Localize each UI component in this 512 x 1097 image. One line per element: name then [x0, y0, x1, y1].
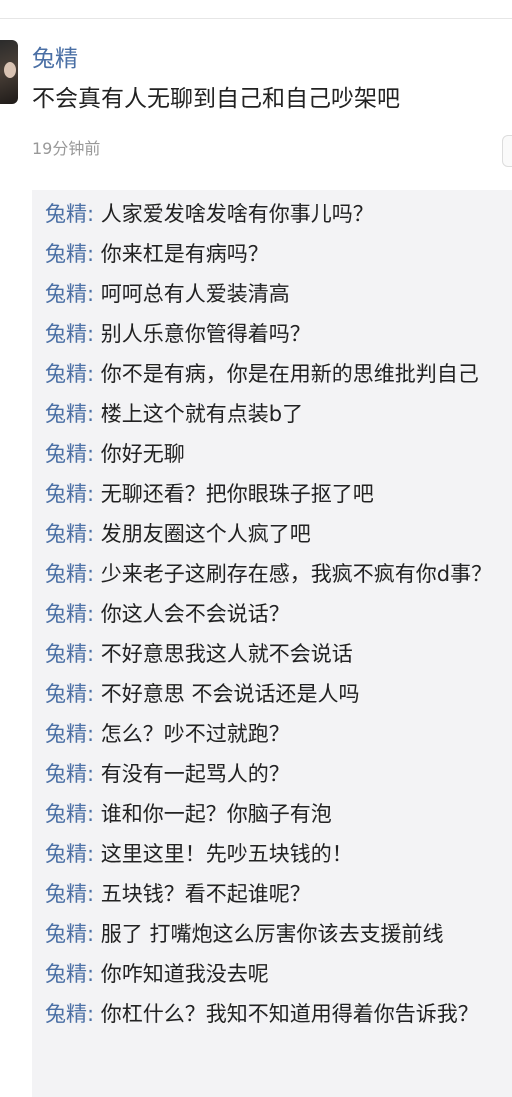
comment-username[interactable]: 兔精 — [45, 802, 87, 826]
comment-separator: : — [87, 602, 101, 626]
comment-separator: : — [87, 802, 101, 826]
comment-item[interactable]: 兔精: 五块钱？看不起谁呢？ — [45, 880, 503, 909]
comment-item[interactable]: 兔精: 人家爱发啥发啥有你事儿吗？ — [45, 200, 503, 229]
comment-username[interactable]: 兔精 — [45, 362, 87, 386]
comment-text: 这里这里！先吵五块钱的！ — [100, 842, 353, 866]
comment-item[interactable]: 兔精: 服了 打嘴炮这么厉害你该去支援前线 — [45, 920, 503, 949]
comments-panel: 兔精: 人家爱发啥发啥有你事儿吗？ 兔精: 你来杠是有病吗？ 兔精: 呵呵总有人爱装… — [32, 190, 512, 1097]
comment-text: 别人乐意你管得着吗？ — [100, 322, 311, 346]
comment-username[interactable]: 兔精 — [45, 482, 87, 506]
comment-text: 有没有一起骂人的？ — [100, 762, 290, 786]
comment-separator: : — [87, 282, 101, 306]
comment-item[interactable]: 兔精: 你不是有病，你是在用新的思维批判自己 — [45, 360, 503, 389]
comment-username[interactable]: 兔精 — [45, 842, 87, 866]
comment-text: 你这人会不会说话？ — [100, 602, 290, 626]
comment-separator: : — [87, 362, 101, 386]
comment-text: 你好无聊 — [100, 442, 185, 466]
comment-item[interactable]: 兔精: 你来杠是有病吗？ — [45, 240, 503, 269]
comment-text: 呵呵总有人爱装清高 — [100, 282, 290, 306]
comment-item[interactable]: 兔精: 少来老子这刷存在感，我疯不疯有你d事？ — [45, 560, 503, 589]
comment-item[interactable]: 兔精: 有没有一起骂人的？ — [45, 760, 503, 789]
comment-item[interactable]: 兔精: 你杠什么？我知不知道用得着你告诉我？ — [45, 1000, 503, 1029]
comment-item[interactable]: 兔精: 谁和你一起？你脑子有泡 — [45, 800, 503, 829]
comment-username[interactable]: 兔精 — [45, 602, 87, 626]
comment-separator: : — [87, 562, 101, 586]
comment-separator: : — [87, 762, 101, 786]
comment-separator: : — [87, 442, 101, 466]
comment-text: 发朋友圈这个人疯了吧 — [100, 522, 311, 546]
comment-text: 你不是有病，你是在用新的思维批判自己 — [100, 362, 479, 386]
comment-item[interactable]: 兔精: 楼上这个就有点装b了 — [45, 400, 503, 429]
comment-text: 服了 打嘴炮这么厉害你该去支援前线 — [100, 922, 444, 946]
comment-separator: : — [87, 202, 101, 226]
comment-text: 谁和你一起？你脑子有泡 — [100, 802, 332, 826]
comment-text: 少来老子这刷存在感，我疯不疯有你d事？ — [100, 562, 493, 586]
comment-username[interactable]: 兔精 — [45, 242, 87, 266]
comment-item[interactable]: 兔精: 怎么？吵不过就跑？ — [45, 720, 503, 749]
comment-separator: : — [87, 1002, 101, 1026]
comment-separator: : — [87, 522, 101, 546]
top-divider — [0, 18, 512, 19]
post-time: 19分钟前 — [32, 139, 101, 158]
comment-username[interactable]: 兔精 — [45, 962, 87, 986]
comment-text: 五块钱？看不起谁呢？ — [100, 882, 311, 906]
comment-username[interactable]: 兔精 — [45, 322, 87, 346]
comment-item[interactable]: 兔精: 无聊还看？把你眼珠子抠了吧 — [45, 480, 503, 509]
comment-username[interactable]: 兔精 — [45, 642, 87, 666]
comment-username[interactable]: 兔精 — [45, 1002, 87, 1026]
comment-item[interactable]: 兔精: 呵呵总有人爱装清高 — [45, 280, 503, 309]
comment-item[interactable]: 兔精: 这里这里！先吵五块钱的！ — [45, 840, 503, 869]
comment-item[interactable]: 兔精: 不好意思 不会说话还是人吗 — [45, 680, 503, 709]
comment-separator: : — [87, 642, 101, 666]
comment-separator: : — [87, 322, 101, 346]
comment-text: 人家爱发啥发啥有你事儿吗？ — [100, 202, 374, 226]
comment-separator: : — [87, 682, 101, 706]
post-text: 不会真有人无聊到自己和自己吵架吧 — [32, 86, 400, 112]
avatar-face — [4, 62, 16, 78]
comment-separator: : — [87, 842, 101, 866]
comment-username[interactable]: 兔精 — [45, 282, 87, 306]
comment-username[interactable]: 兔精 — [45, 522, 87, 546]
comment-separator: : — [87, 882, 101, 906]
comment-username[interactable]: 兔精 — [45, 402, 87, 426]
comment-username[interactable]: 兔精 — [45, 682, 87, 706]
comment-username[interactable]: 兔精 — [45, 762, 87, 786]
comment-separator: : — [87, 402, 101, 426]
comment-list: 兔精: 人家爱发啥发啥有你事儿吗？ 兔精: 你来杠是有病吗？ 兔精: 呵呵总有人爱装… — [45, 200, 503, 1040]
comment-item[interactable]: 兔精: 不好意思我这人就不会说话 — [45, 640, 503, 669]
comment-item[interactable]: 兔精: 你好无聊 — [45, 440, 503, 469]
comment-username[interactable]: 兔精 — [45, 202, 87, 226]
post-username[interactable]: 兔精 — [32, 44, 78, 74]
more-button[interactable] — [502, 135, 512, 167]
comment-text: 你咋知道我没去呢 — [100, 962, 269, 986]
comment-username[interactable]: 兔精 — [45, 442, 87, 466]
comment-item[interactable]: 兔精: 别人乐意你管得着吗？ — [45, 320, 503, 349]
comment-item[interactable]: 兔精: 发朋友圈这个人疯了吧 — [45, 520, 503, 549]
comment-username[interactable]: 兔精 — [45, 562, 87, 586]
comment-text: 你来杠是有病吗？ — [100, 242, 269, 266]
comment-text: 不好意思我这人就不会说话 — [100, 642, 353, 666]
avatar[interactable] — [0, 40, 18, 104]
comment-item[interactable]: 兔精: 你咋知道我没去呢 — [45, 960, 503, 989]
comment-username[interactable]: 兔精 — [45, 722, 87, 746]
comment-username[interactable]: 兔精 — [45, 882, 87, 906]
comment-separator: : — [87, 962, 101, 986]
comment-text: 楼上这个就有点装b了 — [100, 402, 304, 426]
comment-separator: : — [87, 242, 101, 266]
comment-separator: : — [87, 922, 101, 946]
comment-item[interactable]: 兔精: 你这人会不会说话？ — [45, 600, 503, 629]
comment-username[interactable]: 兔精 — [45, 922, 87, 946]
comment-text: 怎么？吵不过就跑？ — [100, 722, 290, 746]
comment-separator: : — [87, 482, 101, 506]
comment-text: 无聊还看？把你眼珠子抠了吧 — [100, 482, 374, 506]
comment-text: 不好意思 不会说话还是人吗 — [100, 682, 360, 706]
comment-separator: : — [87, 722, 101, 746]
comment-text: 你杠什么？我知不知道用得着你告诉我？ — [100, 1002, 479, 1026]
